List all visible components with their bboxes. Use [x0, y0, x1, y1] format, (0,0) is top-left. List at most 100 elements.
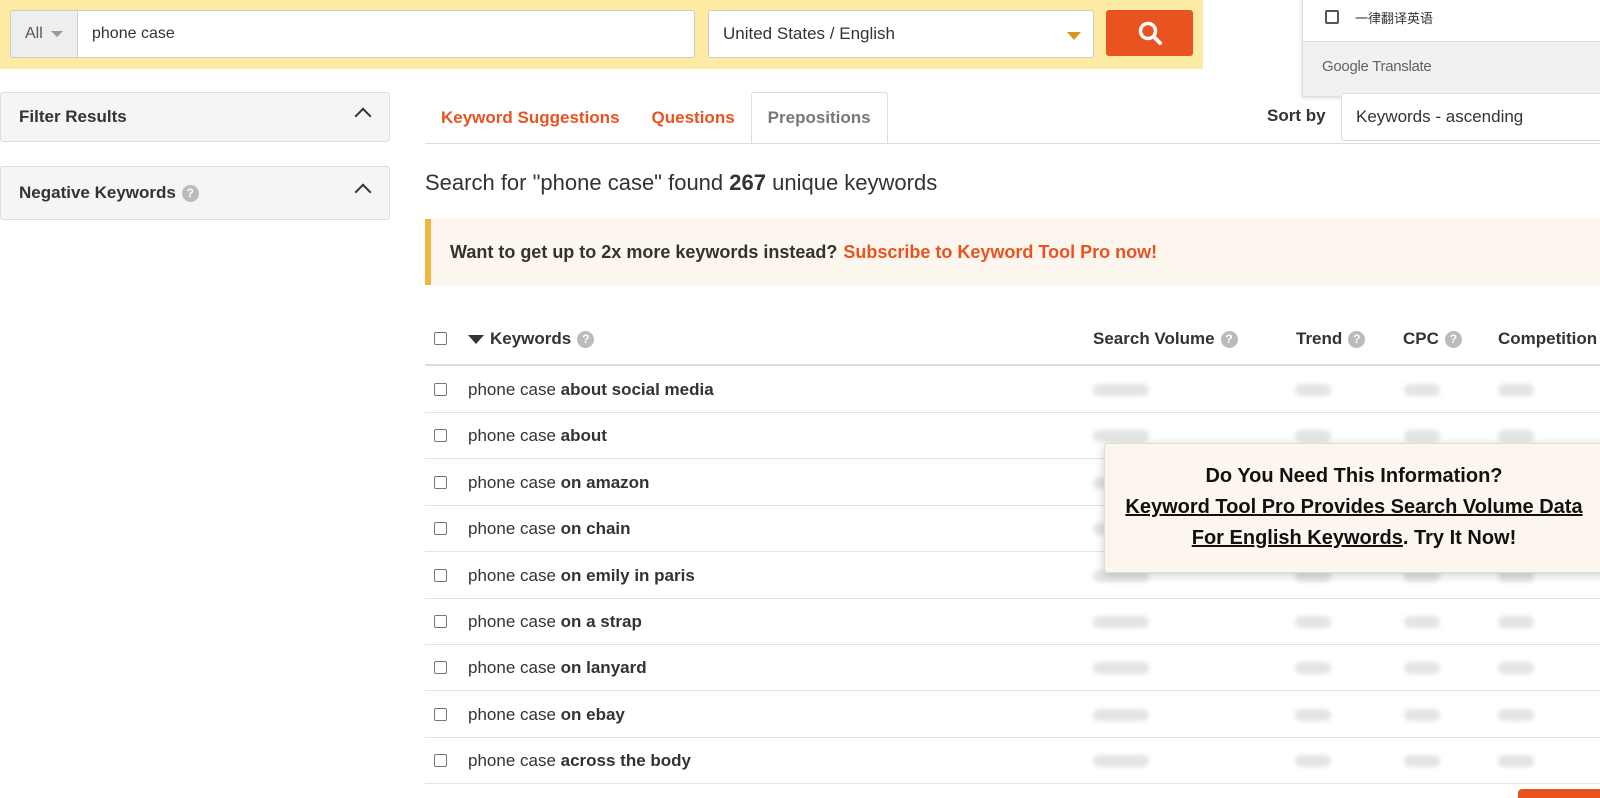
row-checkbox[interactable] [434, 522, 447, 536]
row-checkbox[interactable] [434, 429, 447, 443]
chevron-down-icon [50, 31, 63, 37]
upsell-tail: . Try It Now! [1402, 527, 1517, 549]
google-translate-logo: Google Translate [1322, 58, 1432, 75]
cpc-blurred [1404, 708, 1440, 721]
help-icon[interactable]: ? [1220, 330, 1238, 348]
search-volume-blurred [1093, 384, 1149, 396]
row-checkbox[interactable] [434, 615, 447, 628]
keyword-suffix: on amazon [560, 472, 650, 492]
floating-button[interactable] [1518, 789, 1600, 798]
keyword-suffix: on chain [560, 519, 631, 539]
keyword-base: phone case [468, 658, 556, 678]
column-competition[interactable]: Competition [1498, 329, 1597, 349]
keyword-base: phone case [468, 565, 556, 585]
keyword-cell: phone case on chain [468, 519, 631, 539]
filter-results-title: Filter Results [19, 107, 127, 126]
keyword-cell: phone case on ebay [468, 705, 625, 725]
competition-blurred [1498, 384, 1534, 396]
table-row: phone case on ebay [425, 692, 1600, 738]
keyword-base: phone case [468, 380, 556, 399]
translate-popup: 一律翻译英语 Google Translate [1302, 0, 1600, 97]
tab-divider [425, 143, 1600, 144]
sort-select[interactable]: Keywords - ascending [1341, 93, 1600, 141]
keyword-cell: phone case on a strap [468, 612, 642, 632]
column-cpc[interactable]: CPC ? [1403, 329, 1462, 349]
column-keywords[interactable]: Keywords ? [468, 329, 595, 349]
row-checkbox[interactable] [434, 475, 447, 489]
keyword-cell: phone case about [468, 426, 607, 446]
keyword-cell: phone case on emily in paris [468, 566, 695, 586]
negative-keywords-panel[interactable]: Negative Keywords ? [0, 166, 390, 220]
trend-blurred [1295, 616, 1331, 628]
keyword-suffix: about social media [560, 380, 714, 399]
keyword-base: phone case [468, 704, 556, 724]
table-row: phone case across the body [425, 738, 1600, 785]
search-volume-blurred [1093, 616, 1149, 628]
keyword-suffix: about [560, 426, 607, 446]
competition-blurred [1498, 430, 1534, 443]
negative-keywords-title: Negative Keywords [19, 183, 176, 202]
tab-prepositions[interactable]: Prepositions [750, 92, 888, 144]
keyword-suffix: on ebay [560, 704, 625, 724]
summary-prefix: Search for "phone case" found [425, 170, 724, 195]
column-search-volume[interactable]: Search Volume ? [1093, 329, 1238, 349]
trend-blurred [1295, 708, 1331, 721]
cpc-blurred [1404, 616, 1440, 628]
checkbox-icon[interactable] [1325, 10, 1339, 24]
filter-results-panel[interactable]: Filter Results [0, 92, 390, 142]
upsell-heading: Do You Need This Information? [1205, 465, 1503, 487]
chevron-up-icon[interactable] [354, 107, 372, 125]
tab-questions[interactable]: Questions [636, 92, 751, 144]
subscribe-link[interactable]: Subscribe to Keyword Tool Pro now! [843, 242, 1157, 263]
keyword-cell: phone case about social media [468, 380, 714, 400]
column-trend[interactable]: Trend ? [1296, 329, 1366, 349]
chevron-up-icon[interactable] [354, 183, 372, 201]
search-input[interactable]: phone case [77, 10, 695, 58]
upgrade-banner: Want to get up to 2x more keywords inste… [425, 219, 1600, 285]
column-competition-label: Competition [1498, 329, 1598, 348]
keyword-cell: phone case on lanyard [468, 658, 647, 678]
row-checkbox[interactable] [434, 707, 447, 721]
upgrade-text: Want to get up to 2x more keywords inste… [450, 241, 838, 262]
help-icon[interactable]: ? [181, 184, 199, 202]
locale-select[interactable]: United States / English [708, 10, 1094, 58]
help-icon[interactable]: ? [1348, 330, 1366, 348]
row-checkbox[interactable] [434, 661, 447, 675]
cpc-blurred [1404, 384, 1440, 396]
trend-blurred [1295, 755, 1331, 768]
search-volume-blurred [1093, 662, 1149, 675]
column-search-volume-label: Search Volume [1093, 329, 1215, 348]
result-summary: Search for "phone case" found 267 unique… [425, 170, 937, 196]
row-checkbox[interactable] [434, 754, 447, 768]
search-scope-select[interactable]: All [10, 10, 78, 58]
translate-option-label: 一律翻译英语 [1355, 11, 1434, 27]
cpc-blurred [1404, 755, 1440, 768]
translate-footer: Google Translate [1303, 42, 1600, 96]
row-checkbox[interactable] [434, 568, 447, 582]
help-icon[interactable]: ? [577, 330, 595, 348]
tab-keyword-suggestions[interactable]: Keyword Suggestions [425, 92, 636, 144]
dropdown-arrow-icon [1067, 32, 1081, 40]
column-cpc-label: CPC [1403, 329, 1439, 348]
keyword-base: phone case [468, 612, 556, 631]
keyword-base: phone case [468, 426, 556, 446]
keyword-cell: phone case across the body [468, 751, 691, 771]
keyword-suffix: across the body [560, 751, 692, 771]
keyword-base: phone case [468, 751, 556, 771]
translate-logo-text: Translate [1372, 58, 1432, 75]
locale-value: United States / English [723, 24, 895, 43]
select-all-checkbox[interactable] [434, 332, 447, 345]
help-icon[interactable]: ? [1444, 330, 1462, 348]
row-checkbox[interactable] [434, 383, 447, 396]
competition-blurred [1498, 708, 1534, 721]
translate-always-option[interactable]: 一律翻译英语 [1325, 5, 1433, 29]
cpc-blurred [1404, 662, 1440, 675]
sort-desc-icon [468, 334, 484, 344]
keyword-suffix: on emily in paris [560, 565, 695, 585]
table-header: Keywords ? Search Volume ? Trend ? CPC ?… [425, 311, 1600, 366]
search-scope-value: All [25, 25, 43, 42]
search-button[interactable] [1106, 10, 1193, 56]
cpc-blurred [1404, 430, 1440, 443]
trend-blurred [1295, 384, 1331, 396]
trend-blurred [1295, 662, 1331, 675]
